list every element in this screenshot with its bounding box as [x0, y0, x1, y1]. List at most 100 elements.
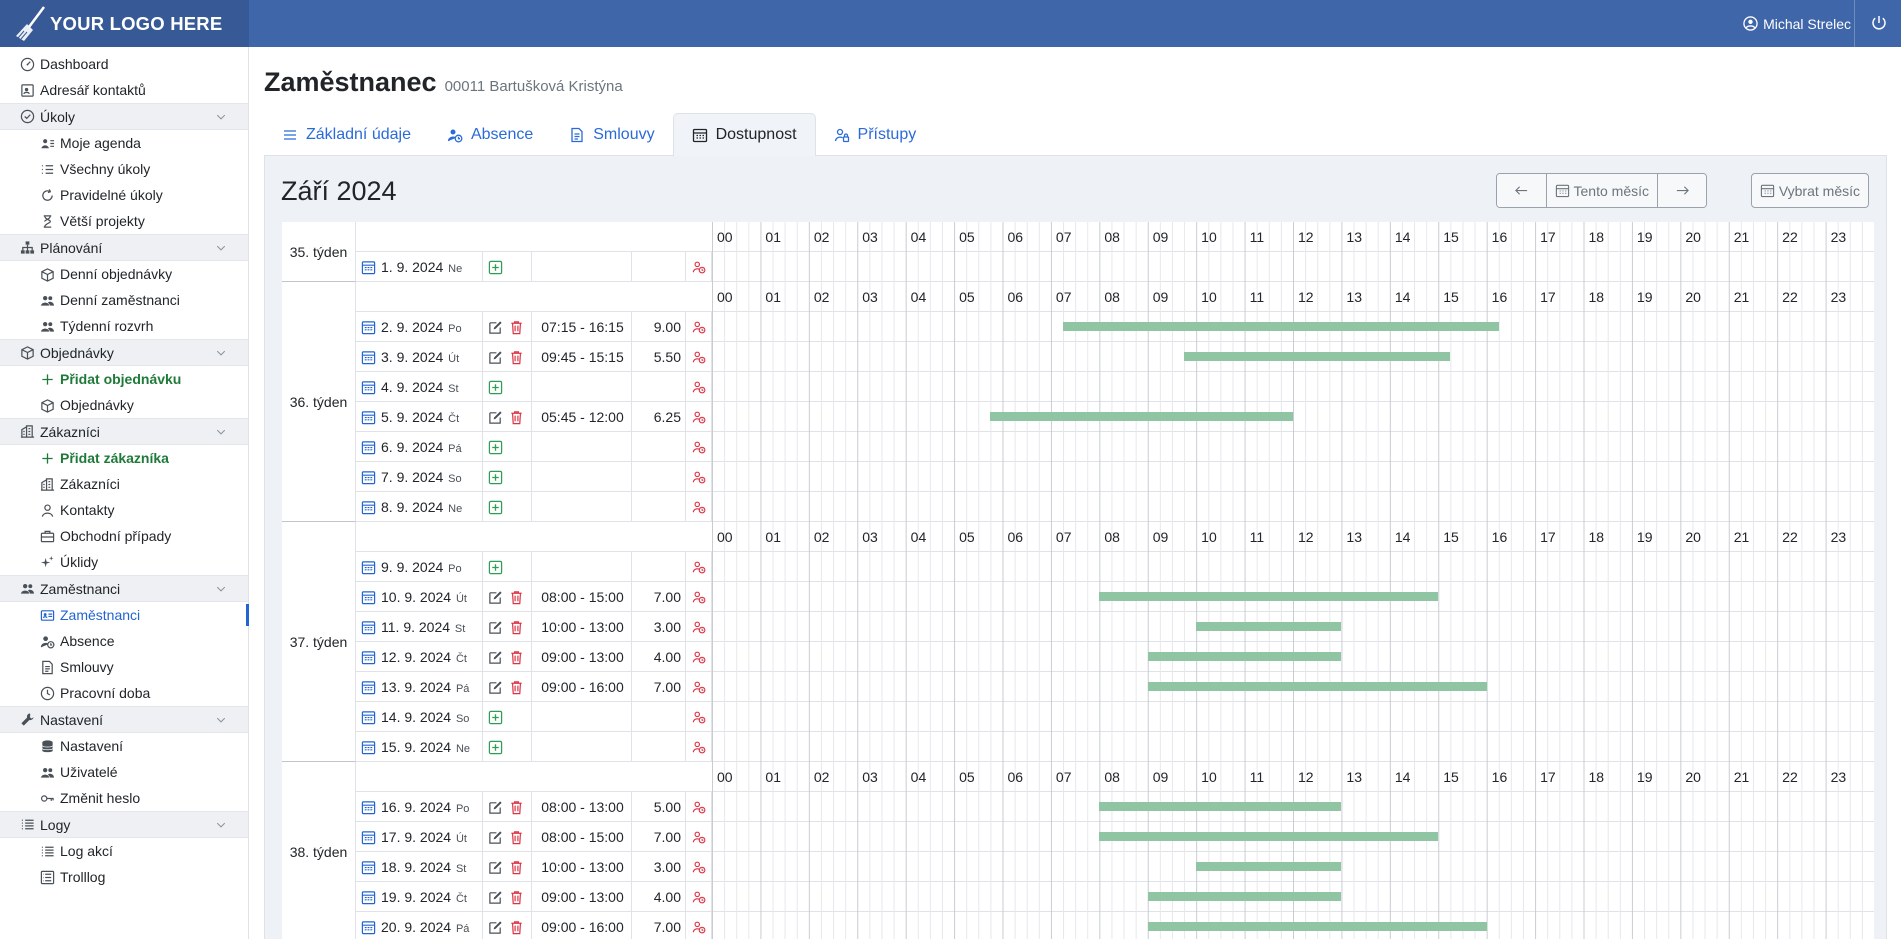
sidebar-group-sidebar-item-úkoly[interactable]: Úkoly [0, 103, 248, 130]
sidebar-item-všechny-úkoly[interactable]: Všechny úkoly [0, 156, 248, 182]
sidebar-group-sidebar-item-logy[interactable]: Logy [0, 811, 248, 838]
day-date[interactable]: 8. 9. 2024 Ne [356, 492, 483, 522]
delete-icon[interactable] [509, 920, 524, 935]
absence-button[interactable] [686, 492, 712, 522]
availability-bar[interactable] [1147, 652, 1342, 661]
delete-icon[interactable] [509, 410, 524, 425]
sidebar-group-sidebar-item-objednávky[interactable]: Objednávky [0, 339, 248, 366]
availability-bar[interactable] [1196, 862, 1342, 871]
absence-button[interactable] [686, 252, 712, 282]
edit-icon[interactable] [488, 800, 503, 815]
this-month-button[interactable]: Tento měsíc [1545, 174, 1657, 207]
day-date[interactable]: 10. 9. 2024 Út [356, 582, 483, 612]
absence-button[interactable] [686, 432, 712, 462]
delete-icon[interactable] [509, 650, 524, 665]
availability-bar[interactable] [1063, 322, 1499, 331]
sidebar-item-zaměstnanci[interactable]: Zaměstnanci [0, 602, 249, 628]
availability-bar[interactable] [1196, 622, 1342, 631]
add-icon[interactable] [488, 440, 503, 455]
edit-icon[interactable] [488, 650, 503, 665]
sidebar-item-adresář-kontaktů[interactable]: Adresář kontaktů [0, 77, 248, 103]
add-icon[interactable] [488, 710, 503, 725]
absence-button[interactable] [686, 792, 712, 822]
sidebar-item-denní-objednávky[interactable]: Denní objednávky [0, 261, 248, 287]
delete-icon[interactable] [509, 680, 524, 695]
day-date[interactable]: 1. 9. 2024 Ne [356, 252, 483, 282]
absence-button[interactable] [686, 402, 712, 432]
availability-bar[interactable] [1099, 802, 1342, 811]
day-date[interactable]: 14. 9. 2024 So [356, 702, 483, 732]
day-date[interactable]: 18. 9. 2024 St [356, 852, 483, 882]
sidebar-item-absence[interactable]: Absence [0, 628, 248, 654]
edit-icon[interactable] [488, 860, 503, 875]
day-date[interactable]: 12. 9. 2024 Čt [356, 642, 483, 672]
delete-icon[interactable] [509, 800, 524, 815]
user-menu[interactable]: Michal Strelec [1743, 0, 1851, 47]
delete-icon[interactable] [509, 860, 524, 875]
sidebar-item-větší-projekty[interactable]: Větší projekty [0, 208, 248, 234]
availability-bar[interactable] [1099, 592, 1439, 601]
day-date[interactable]: 19. 9. 2024 Čt [356, 882, 483, 912]
tab-smlouvy[interactable]: Smlouvy [551, 113, 672, 156]
add-icon[interactable] [488, 560, 503, 575]
day-date[interactable]: 17. 9. 2024 Út [356, 822, 483, 852]
absence-button[interactable] [686, 912, 712, 939]
sidebar-item-obchodní-případy[interactable]: Obchodní případy [0, 523, 248, 549]
availability-bar[interactable] [1147, 922, 1487, 931]
edit-icon[interactable] [488, 680, 503, 695]
sidebar-item-log-akcí[interactable]: Log akcí [0, 838, 248, 864]
day-date[interactable]: 5. 9. 2024 Čt [356, 402, 483, 432]
sidebar-group-sidebar-item-zákazníci[interactable]: Zákazníci [0, 418, 248, 445]
sidebar-group-sidebar-item-plánování[interactable]: Plánování [0, 234, 248, 261]
absence-button[interactable] [686, 642, 712, 672]
day-date[interactable]: 11. 9. 2024 St [356, 612, 483, 642]
absence-button[interactable] [686, 702, 712, 732]
next-month-button[interactable] [1657, 174, 1706, 207]
pick-month-button[interactable]: Vybrat měsíc [1750, 173, 1869, 208]
availability-bar[interactable] [1184, 352, 1451, 361]
tab-přístupy[interactable]: Přístupy [816, 113, 935, 156]
absence-button[interactable] [686, 342, 712, 372]
day-date[interactable]: 13. 9. 2024 Pá [356, 672, 483, 702]
absence-button[interactable] [686, 372, 712, 402]
sidebar-item-trolllog[interactable]: Trolllog [0, 864, 248, 890]
availability-bar[interactable] [990, 412, 1293, 421]
sidebar-item-pravidelné-úkoly[interactable]: Pravidelné úkoly [0, 182, 248, 208]
absence-button[interactable] [686, 312, 712, 342]
sidebar-item-přidat-objednávku[interactable]: Přidat objednávku [0, 366, 248, 392]
edit-icon[interactable] [488, 590, 503, 605]
day-date[interactable]: 3. 9. 2024 Út [356, 342, 483, 372]
previous-month-button[interactable] [1496, 174, 1546, 207]
delete-icon[interactable] [509, 350, 524, 365]
sidebar-item-změnit-heslo[interactable]: Změnit heslo [0, 785, 248, 811]
sidebar-item-zákazníci[interactable]: Zákazníci [0, 471, 248, 497]
edit-icon[interactable] [488, 890, 503, 905]
absence-button[interactable] [686, 852, 712, 882]
tab-základní-údaje[interactable]: Základní údaje [264, 113, 429, 156]
edit-icon[interactable] [488, 920, 503, 935]
add-icon[interactable] [488, 740, 503, 755]
delete-icon[interactable] [509, 830, 524, 845]
add-icon[interactable] [488, 260, 503, 275]
sidebar-item-týdenní-rozvrh[interactable]: Týdenní rozvrh [0, 313, 248, 339]
sidebar-item-dashboard[interactable]: Dashboard [0, 51, 248, 77]
absence-button[interactable] [686, 822, 712, 852]
delete-icon[interactable] [509, 590, 524, 605]
availability-bar[interactable] [1147, 682, 1487, 691]
day-date[interactable]: 2. 9. 2024 Po [356, 312, 483, 342]
day-date[interactable]: 15. 9. 2024 Ne [356, 732, 483, 762]
edit-icon[interactable] [488, 350, 503, 365]
edit-icon[interactable] [488, 830, 503, 845]
add-icon[interactable] [488, 470, 503, 485]
absence-button[interactable] [686, 462, 712, 492]
tab-dostupnost[interactable]: Dostupnost [672, 113, 816, 157]
sidebar-item-moje-agenda[interactable]: Moje agenda [0, 130, 248, 156]
edit-icon[interactable] [488, 620, 503, 635]
sidebar-item-kontakty[interactable]: Kontakty [0, 497, 248, 523]
sidebar-item-úklidy[interactable]: Úklidy [0, 549, 248, 575]
availability-bar[interactable] [1147, 892, 1342, 901]
day-date[interactable]: 16. 9. 2024 Po [356, 792, 483, 822]
sidebar-item-denní-zaměstnanci[interactable]: Denní zaměstnanci [0, 287, 248, 313]
tab-absence[interactable]: Absence [429, 113, 551, 156]
sidebar-group-sidebar-item-zaměstnanci[interactable]: Zaměstnanci [0, 575, 248, 602]
